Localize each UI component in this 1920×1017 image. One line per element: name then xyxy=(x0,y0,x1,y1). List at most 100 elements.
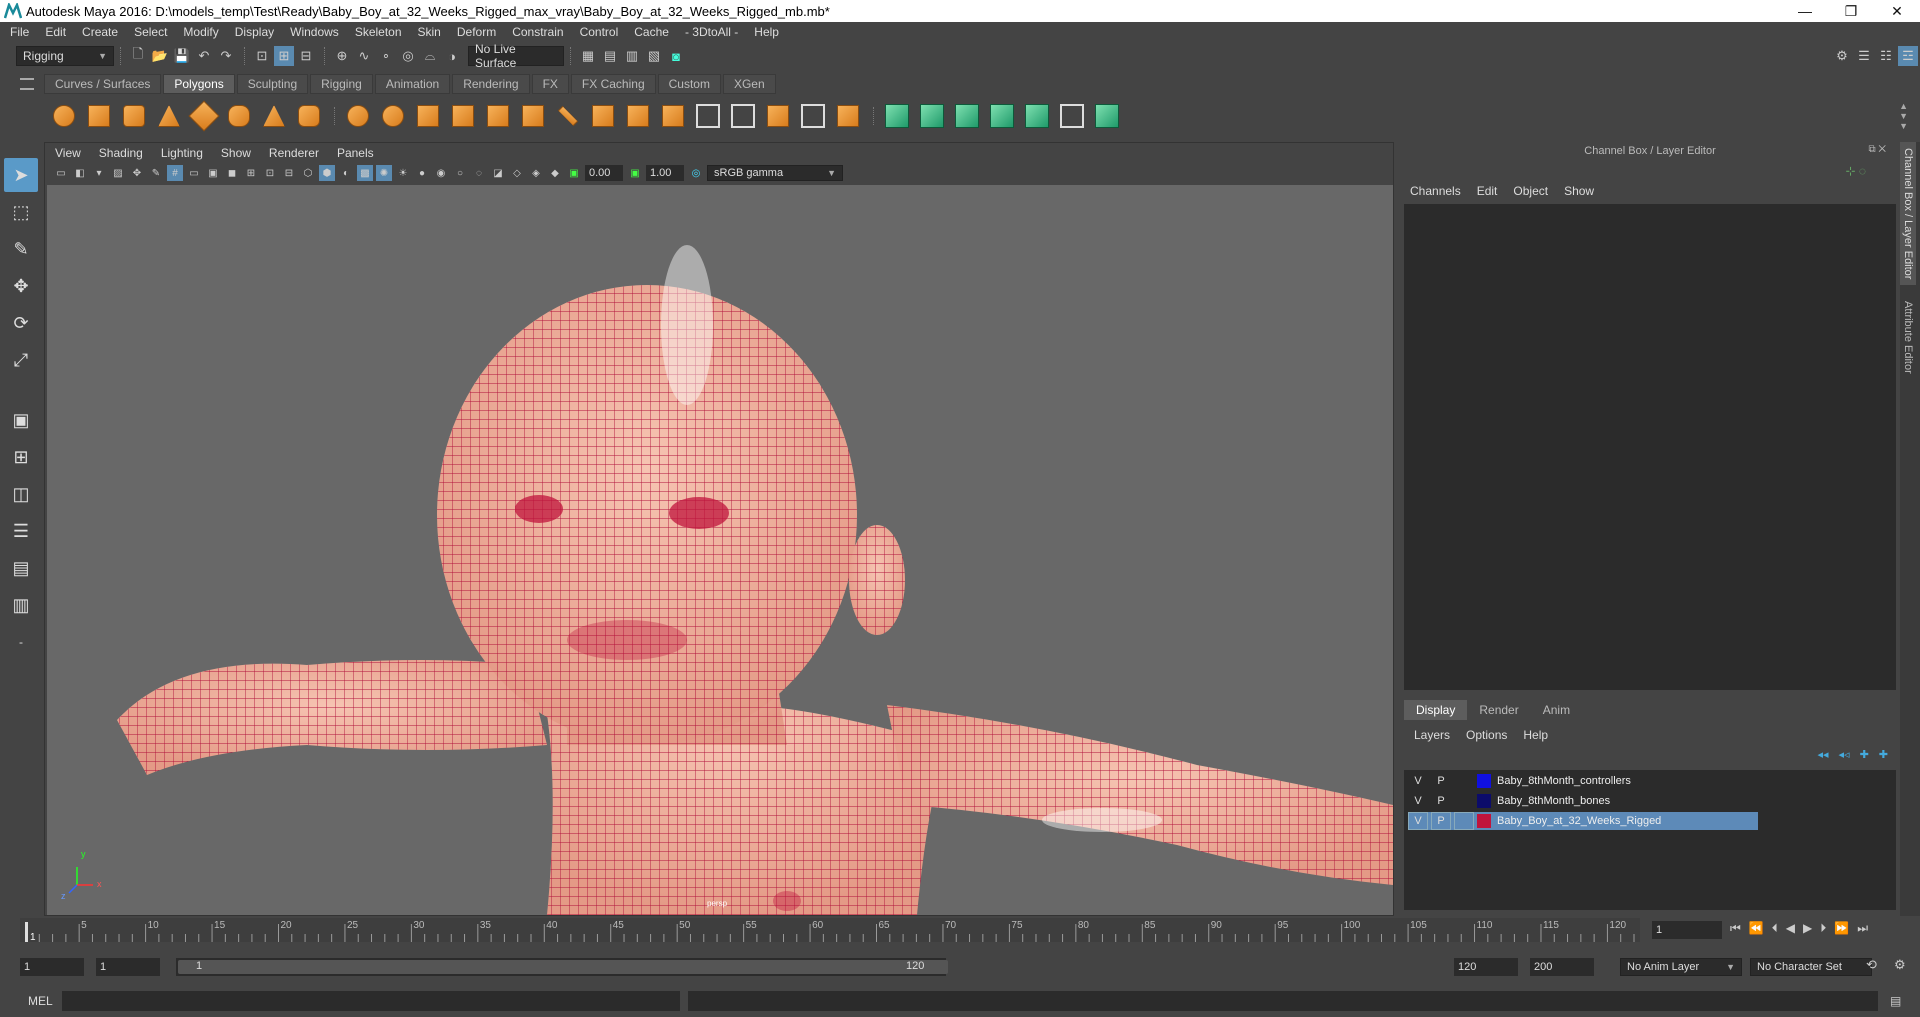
vp-menu-shading[interactable]: Shading xyxy=(99,146,143,160)
step-back-key-icon[interactable]: ⏪ xyxy=(1749,921,1764,936)
grease-pencil-icon[interactable]: ✎ xyxy=(148,165,164,181)
mirror-icon[interactable] xyxy=(517,100,549,132)
modeling-toolkit-icon[interactable]: ⚙ xyxy=(1832,46,1852,66)
undo-icon[interactable]: ↶ xyxy=(194,46,214,66)
merge-vertices-icon[interactable] xyxy=(832,100,864,132)
go-to-end-icon[interactable]: ⏭ xyxy=(1857,921,1868,936)
use-all-lights-icon[interactable]: ✺ xyxy=(376,165,392,181)
extract-icon[interactable] xyxy=(412,100,444,132)
layer-color-swatch[interactable] xyxy=(1477,774,1491,788)
layer-color-swatch[interactable] xyxy=(1477,794,1491,808)
wireframe-on-shaded-icon[interactable]: ◐ xyxy=(338,165,354,181)
new-layer-icon[interactable]: ✚ xyxy=(1879,748,1888,761)
shelf-tab-animation[interactable]: Animation xyxy=(374,74,451,94)
time-slider[interactable]: 5 10 15 20 25 30 35 40 45 50 55 60 65 70 75 80 85 90 95 100… xyxy=(0,916,1920,946)
script-editor-icon[interactable]: ▤ xyxy=(1890,994,1901,1008)
cb-menu-show[interactable]: Show xyxy=(1564,184,1594,198)
menu-create[interactable]: Create xyxy=(82,25,118,39)
menuset-dropdown[interactable]: Rigging ▼ xyxy=(16,46,114,66)
uv-automatic-icon[interactable] xyxy=(986,100,1018,132)
character-set-dropdown[interactable]: No Character Set xyxy=(1750,958,1872,976)
step-forward-key-icon[interactable]: ⏩ xyxy=(1834,921,1849,936)
field-chart-icon[interactable]: ⊞ xyxy=(243,165,259,181)
rotate-tool-icon[interactable]: ⟳ xyxy=(4,306,38,340)
go-to-start-icon[interactable]: ⏮ xyxy=(1730,921,1741,936)
separate-icon[interactable] xyxy=(377,100,409,132)
menu-select[interactable]: Select xyxy=(134,25,167,39)
insert-edge-loop-icon[interactable] xyxy=(692,100,724,132)
color-space-dropdown[interactable]: sRGB gamma ▼ xyxy=(707,165,843,181)
vp-menu-show[interactable]: Show xyxy=(221,146,251,160)
uv-cylindrical-icon[interactable] xyxy=(916,100,948,132)
menu-control[interactable]: Control xyxy=(580,25,619,39)
le-menu-help[interactable]: Help xyxy=(1523,728,1548,742)
image-plane-icon[interactable]: ▨ xyxy=(110,165,126,181)
graph-editor-layout-icon[interactable]: ▤ xyxy=(4,551,38,585)
shelf-tab-sculpting[interactable]: Sculpting xyxy=(236,74,309,94)
lasso-tool-icon[interactable]: ⬚ xyxy=(4,195,38,229)
resolution-gate-icon[interactable]: ▣ xyxy=(205,165,221,181)
snap-live-icon[interactable]: ◑ xyxy=(442,46,462,66)
gamma-icon[interactable]: ▣ xyxy=(627,165,643,181)
safe-action-icon[interactable]: ⊡ xyxy=(262,165,278,181)
poly-prism-icon[interactable] xyxy=(258,100,290,132)
hypershade-icon[interactable]: ◙ xyxy=(666,46,686,66)
layer-row-selected[interactable]: V P Baby_Boy_at_32_Weeks_Rigged xyxy=(1408,812,1758,830)
layer-display-type[interactable] xyxy=(1454,772,1474,790)
uv-spherical-icon[interactable] xyxy=(951,100,983,132)
shadows-icon[interactable]: ☀ xyxy=(395,165,411,181)
poly-plane-icon[interactable] xyxy=(188,100,220,132)
bookmark-icon[interactable]: ▾ xyxy=(91,165,107,181)
bevel-icon[interactable] xyxy=(657,100,689,132)
uv-checker-icon[interactable] xyxy=(1056,100,1088,132)
side-tab-attribute-editor[interactable]: Attribute Editor xyxy=(1900,295,1916,380)
layer-row[interactable]: V P Baby_8thMonth_bones xyxy=(1408,792,1758,810)
menu-deform[interactable]: Deform xyxy=(457,25,496,39)
shelf-tab-xgen[interactable]: XGen xyxy=(722,74,776,94)
wireframe-icon[interactable]: ⬡ xyxy=(300,165,316,181)
restore-button[interactable]: ❐ xyxy=(1828,0,1874,22)
play-forwards-icon[interactable]: ▶ xyxy=(1803,921,1812,936)
grid-icon[interactable]: # xyxy=(167,165,183,181)
isolate-select-icon[interactable]: ◪ xyxy=(490,165,506,181)
snap-view-icon[interactable]: ◎ xyxy=(398,46,418,66)
render-settings-icon[interactable]: ▧ xyxy=(644,46,664,66)
textured-icon[interactable]: ▩ xyxy=(357,165,373,181)
menu-edit[interactable]: Edit xyxy=(45,25,66,39)
shelf-tab-fx[interactable]: FX xyxy=(531,74,569,94)
gate-mask-icon[interactable]: ◼ xyxy=(224,165,240,181)
collapse-toolbox-icon[interactable]: - xyxy=(4,625,38,659)
xray-components-icon[interactable]: ◆ xyxy=(547,165,563,181)
minimize-button[interactable]: — xyxy=(1782,0,1828,22)
animation-preferences-icon[interactable]: ⚙ xyxy=(1894,957,1906,973)
close-button[interactable]: ✕ xyxy=(1874,0,1920,22)
camera-attributes-icon[interactable]: ◧ xyxy=(72,165,88,181)
vp-menu-lighting[interactable]: Lighting xyxy=(161,146,203,160)
bridge-icon[interactable] xyxy=(622,100,654,132)
vp-menu-panels[interactable]: Panels xyxy=(337,146,374,160)
shelf-tab-polygons[interactable]: Polygons xyxy=(163,74,235,94)
save-scene-icon[interactable]: 💾 xyxy=(172,46,192,66)
range-slider-handle[interactable] xyxy=(178,960,948,974)
menu-constrain[interactable]: Constrain xyxy=(512,25,563,39)
redo-icon[interactable]: ↷ xyxy=(216,46,236,66)
fill-hole-icon[interactable] xyxy=(797,100,829,132)
single-perspective-layout-icon[interactable]: ▣ xyxy=(4,403,38,437)
select-camera-icon[interactable]: ▭ xyxy=(53,165,69,181)
menu-windows[interactable]: Windows xyxy=(290,25,339,39)
layer-row[interactable]: V P Baby_8thMonth_controllers xyxy=(1408,772,1758,790)
scale-tool-icon[interactable]: ⤢ xyxy=(4,343,38,377)
select-component-icon[interactable]: ⊟ xyxy=(296,46,316,66)
layer-visibility[interactable]: V xyxy=(1408,792,1428,810)
open-scene-icon[interactable]: 📂 xyxy=(150,46,170,66)
side-tab-channel-box[interactable]: Channel Box / Layer Editor xyxy=(1900,142,1916,286)
3d-viewport[interactable]: y x z persp xyxy=(47,185,1393,915)
channel-box-options-icon[interactable]: ⊹ ◌ xyxy=(1845,164,1866,178)
menu-skeleton[interactable]: Skeleton xyxy=(355,25,402,39)
layer-visibility[interactable]: V xyxy=(1408,772,1428,790)
depth-of-field-icon[interactable]: ◌ xyxy=(471,165,487,181)
new-scene-icon[interactable]: 🗋 xyxy=(128,46,148,66)
combine-icon[interactable] xyxy=(342,100,374,132)
current-time-indicator[interactable] xyxy=(25,922,28,942)
poly-cylinder-icon[interactable] xyxy=(118,100,150,132)
